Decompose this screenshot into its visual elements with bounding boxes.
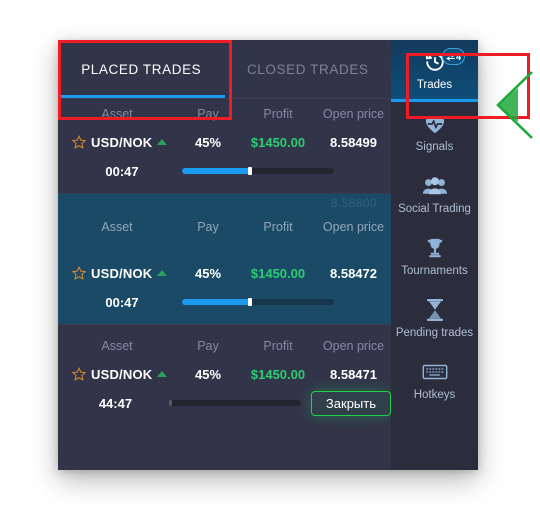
column-header-open-price: Open price — [322, 107, 385, 121]
progress-area: Закрыть — [163, 390, 391, 416]
countdown-timer: 44:47 — [98, 395, 133, 411]
asset-name: USD/NOK — [91, 366, 153, 382]
direction-up-icon — [157, 139, 168, 145]
progress-bar — [182, 167, 334, 175]
trade-main-line: USD/NOK 45% $1450.00 8.58499 — [58, 129, 391, 155]
sidebar-item-trades[interactable]: 4 Trades — [391, 40, 478, 102]
column-header-asset: Asset — [101, 339, 133, 353]
asset-cell: USD/NOK — [58, 266, 176, 281]
favorite-star-icon[interactable] — [72, 367, 86, 381]
open-price-value: 8.58471 — [330, 366, 377, 382]
profit-value: $1450.00 — [250, 134, 306, 150]
progress-bar — [182, 298, 334, 306]
column-header-profit: Profit — [263, 339, 293, 353]
sidebar-item-signals[interactable]: Signals — [391, 102, 478, 164]
pay-value: 45% — [194, 366, 222, 382]
countdown-timer: 00:47 — [105, 163, 139, 179]
sidebar-item-hotkeys[interactable]: Hotkeys — [391, 350, 478, 412]
trades-panel: PLACED TRADES CLOSED TRADES Asset Pay Pr… — [58, 40, 391, 470]
sidebar-item-label: Hotkeys — [413, 389, 456, 401]
asset-name: USD/NOK — [91, 265, 153, 281]
asset-name: USD/NOK — [91, 134, 153, 150]
column-header-open-price: Open price — [322, 339, 385, 353]
trade-sub-line: 44:47 Закрыть — [58, 389, 391, 417]
table-row[interactable]: Asset Pay Profit Open price USD/NOK 45% … — [58, 99, 391, 193]
sidebar-item-social-trading[interactable]: Social Trading — [391, 164, 478, 226]
asset-cell: USD/NOK — [58, 135, 176, 150]
sidebar-item-label: Signals — [415, 141, 454, 153]
trades-count-badge: 4 — [441, 48, 465, 65]
history-clock-icon: 4 — [393, 48, 476, 75]
column-header-pay: Pay — [197, 339, 219, 353]
progress-knob — [248, 298, 253, 306]
column-header-open-price: Open price — [322, 220, 385, 234]
column-header-asset: Asset — [101, 220, 133, 234]
right-sidebar: 4 Trades Signals Social Trading Tourname… — [391, 40, 478, 470]
favorite-star-icon[interactable] — [72, 135, 86, 149]
direction-up-icon — [157, 371, 168, 377]
tab-placed-trades[interactable]: PLACED TRADES — [58, 40, 225, 98]
countdown-timer: 00:47 — [105, 294, 139, 310]
asset-cell: USD/NOK — [58, 367, 176, 382]
column-headers: Asset Pay Profit Open price — [58, 99, 391, 129]
trade-main-line: USD/NOK 45% $1450.00 8.58472 — [58, 260, 391, 286]
trophy-icon — [393, 235, 476, 261]
people-group-icon — [393, 173, 476, 199]
tab-placed-trades-label: PLACED TRADES — [81, 61, 202, 77]
column-headers: Asset Pay Profit Open price — [58, 331, 391, 361]
column-header-pay: Pay — [197, 220, 219, 234]
profit-value: $1450.00 — [250, 366, 306, 382]
pay-value: 45% — [194, 134, 222, 150]
column-header-pay: Pay — [197, 107, 219, 121]
sidebar-item-tournaments[interactable]: Tournaments — [391, 226, 478, 288]
column-header-profit: Profit — [263, 220, 293, 234]
badge-count: 4 — [455, 51, 461, 62]
row-divider — [58, 324, 391, 325]
progress-area — [176, 298, 391, 306]
exchange-arrows-icon — [446, 52, 455, 61]
profit-value: $1450.00 — [250, 265, 306, 281]
trade-sub-line: 00:47 — [58, 288, 391, 316]
hourglass-icon — [393, 297, 476, 323]
column-header-profit: Profit — [263, 107, 293, 121]
close-trade-button[interactable]: Закрыть — [310, 390, 391, 416]
direction-up-icon — [157, 270, 168, 276]
sidebar-item-pending-trades[interactable]: Pending trades — [391, 288, 478, 350]
table-row[interactable]: Asset Pay Profit Open price USD/NOK 45% … — [58, 331, 391, 425]
column-headers: Asset Pay Profit Open price — [58, 212, 391, 242]
progress-bar — [168, 400, 301, 406]
tab-bar: PLACED TRADES CLOSED TRADES — [58, 40, 391, 99]
favorite-star-icon[interactable] — [72, 266, 86, 280]
sidebar-item-label: Pending trades — [395, 327, 474, 339]
heart-pulse-icon — [393, 111, 476, 137]
tab-closed-trades[interactable]: CLOSED TRADES — [225, 40, 392, 98]
trade-main-line: USD/NOK 45% $1450.00 8.58471 — [58, 361, 391, 387]
table-row[interactable]: 8.58800 Asset Pay Profit Open price USD/… — [58, 194, 391, 324]
column-header-asset: Asset — [101, 107, 133, 121]
sidebar-item-label: Social Trading — [398, 203, 471, 215]
trade-sub-line: 00:47 — [58, 157, 391, 185]
pay-value: 45% — [194, 265, 222, 281]
current-price-ghost: 8.58800 — [330, 196, 377, 210]
trades-widget: PLACED TRADES CLOSED TRADES Asset Pay Pr… — [58, 40, 478, 470]
progress-knob — [248, 167, 253, 175]
keyboard-icon — [393, 359, 476, 385]
tab-closed-trades-label: CLOSED TRADES — [246, 61, 369, 77]
sidebar-item-label: Tournaments — [401, 265, 468, 277]
sidebar-item-label: Trades — [416, 79, 453, 91]
progress-area — [176, 167, 391, 175]
open-price-value: 8.58499 — [330, 134, 377, 150]
open-price-value: 8.58472 — [330, 265, 377, 281]
